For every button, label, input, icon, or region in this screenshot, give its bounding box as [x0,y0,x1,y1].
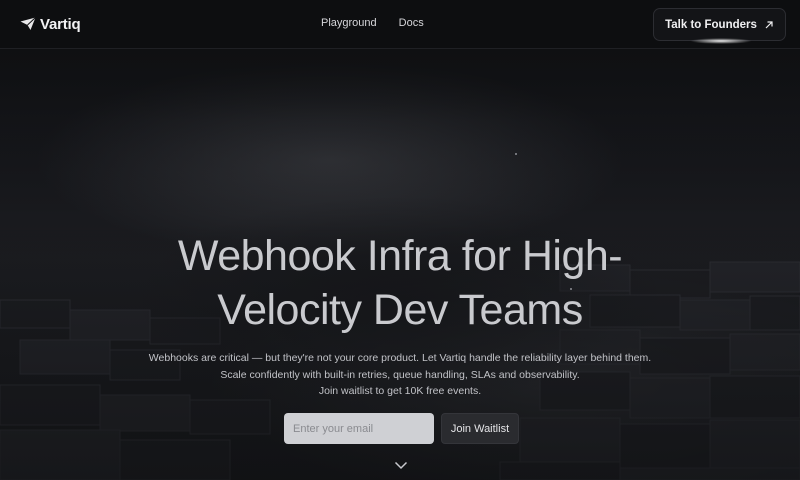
nav-link-playground[interactable]: Playground [321,17,377,29]
talk-to-founders-button[interactable]: Talk to Founders [653,8,786,41]
subtext-line-2: Scale confidently with built-in retries,… [220,368,580,381]
subtext-line-1: Webhooks are critical — but they're not … [148,352,652,364]
hero-headline: Webhook Infra for High- Velocity Dev Tea… [0,229,800,337]
sparkle [515,153,517,155]
nav-link-docs[interactable]: Docs [399,17,424,29]
cta-label: Talk to Founders [665,18,757,31]
subtext-line-3: Join waitlist to get 10K free events. [318,385,482,397]
hero-subtext: Webhooks are critical — but they're not … [0,350,800,400]
headline-line-1: Webhook Infra for High- [177,232,623,280]
chevron-down-icon[interactable] [394,461,408,470]
brand-name: Vartiq [40,15,81,33]
nav-links: Playground Docs [321,17,424,29]
headline-line-2: Velocity Dev Teams [217,286,583,334]
brand-logo[interactable]: Vartiq [20,14,81,34]
cta-glow [690,38,752,44]
email-input[interactable] [284,413,434,444]
join-waitlist-button[interactable]: Join Waitlist [441,413,519,444]
arrow-up-right-icon [765,20,773,28]
top-nav: Vartiq Playground Docs Talk to Founders [0,0,800,49]
paper-plane-icon [20,17,36,30]
